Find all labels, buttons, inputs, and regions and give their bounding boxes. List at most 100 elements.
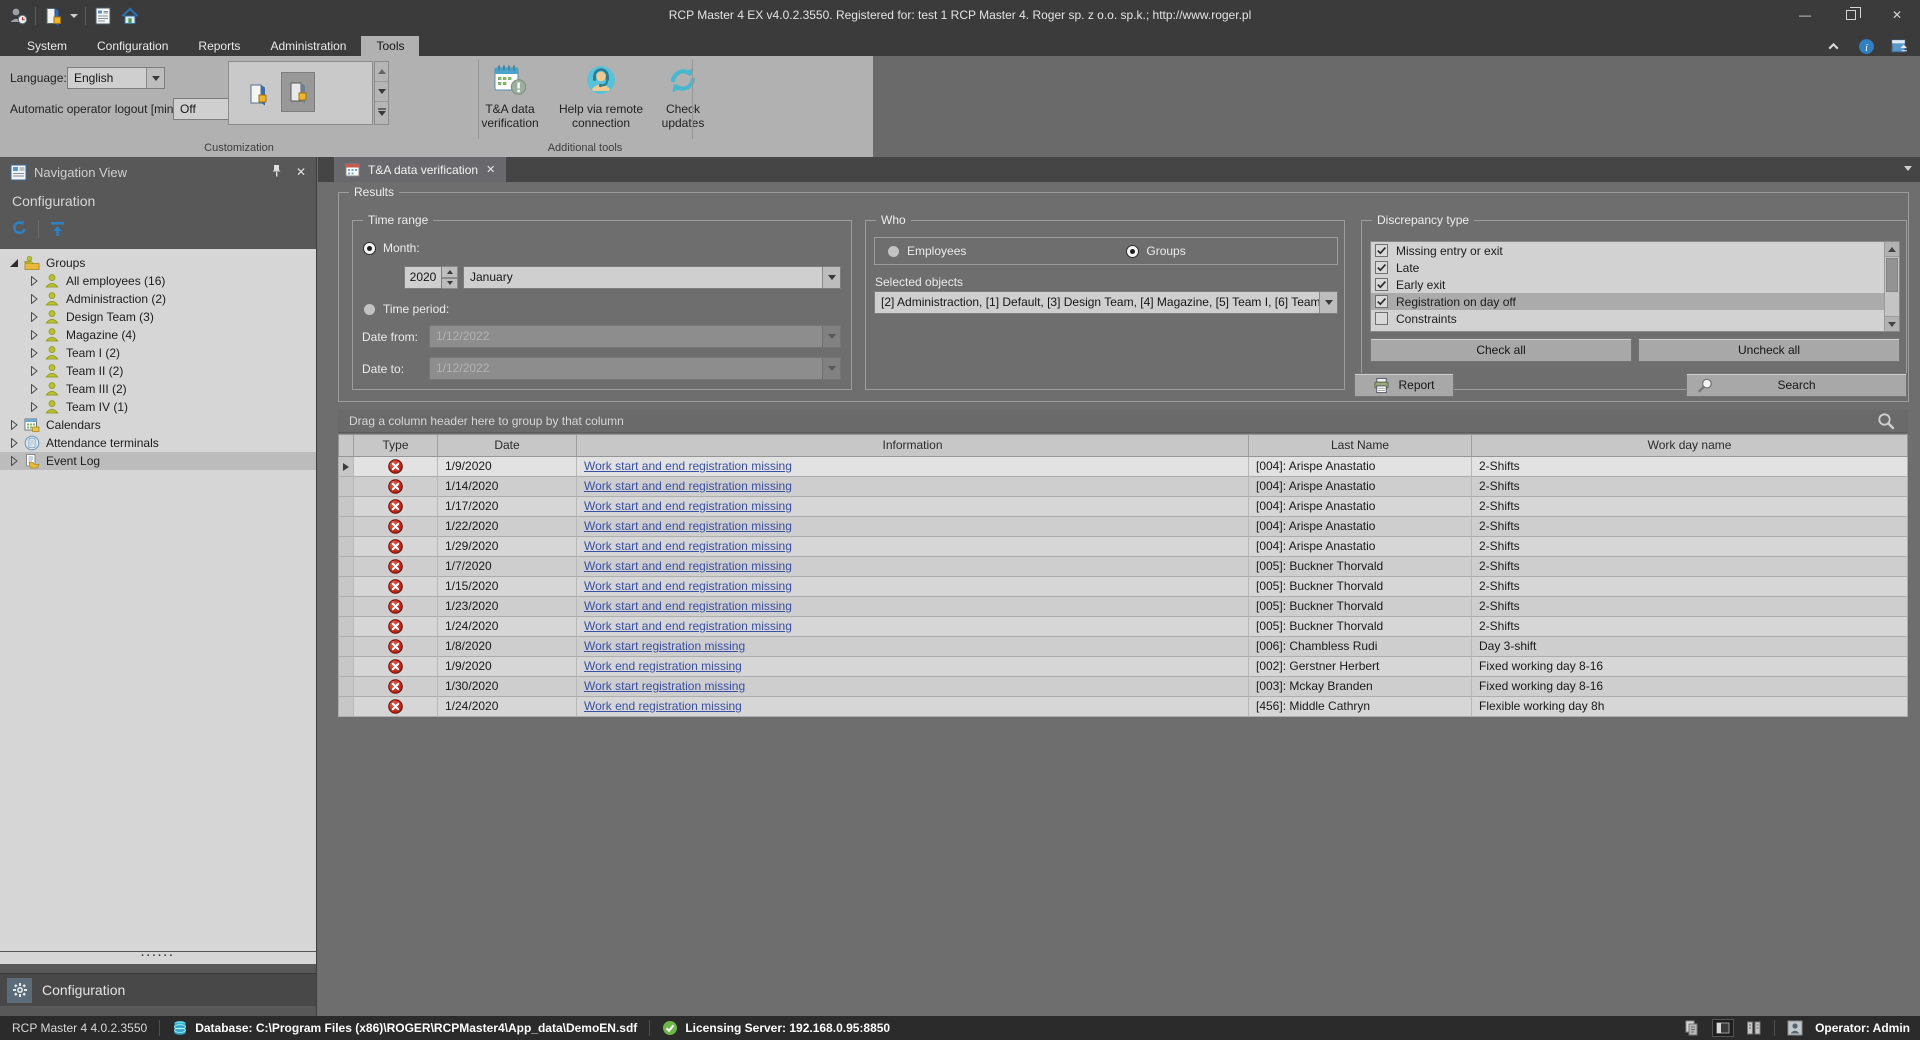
dropdown-arrow-icon[interactable] — [1319, 292, 1337, 313]
splitter-handle[interactable]: ······ — [0, 952, 316, 964]
collapse-ribbon-icon[interactable] — [1825, 38, 1842, 55]
year-value[interactable]: 2020 — [404, 266, 442, 289]
tree-item-team-ii-2[interactable]: Team II (2) — [0, 362, 316, 380]
menu-tab-tools[interactable]: Tools — [361, 36, 419, 56]
tree-item-groups[interactable]: Groups — [0, 254, 316, 272]
menu-tab-system[interactable]: System — [12, 36, 82, 56]
information-link[interactable]: Work end registration missing — [584, 659, 742, 673]
month-radio[interactable]: Month: — [363, 241, 420, 255]
discrepancy-item-late[interactable]: Late — [1371, 259, 1884, 276]
discrepancy-item-missing-entry-or-exit[interactable]: Missing entry or exit — [1371, 242, 1884, 259]
column-header-information[interactable]: Information — [577, 435, 1249, 456]
information-link[interactable]: Work start and end registration missing — [584, 559, 792, 573]
expander-collapsed-icon[interactable] — [29, 330, 41, 340]
information-link[interactable]: Work end registration missing — [584, 699, 742, 713]
group-by-bar[interactable]: Drag a column header here to group by th… — [338, 410, 1908, 433]
table-row[interactable]: 1/9/2020Work start and end registration … — [338, 457, 1908, 477]
tree-item-attendance-terminals[interactable]: Attendance terminals — [0, 434, 316, 452]
panel-toggle-icon[interactable] — [1712, 1019, 1734, 1037]
close-button[interactable]: ✕ — [1874, 0, 1920, 30]
menu-tab-administration[interactable]: Administration — [255, 36, 361, 56]
report-list-icon[interactable] — [93, 6, 113, 26]
theme-listbox[interactable] — [228, 61, 373, 125]
scroll-up-icon[interactable] — [1885, 242, 1899, 257]
discrepancy-item-early-exit[interactable]: Early exit — [1371, 276, 1884, 293]
checkbox-checked-icon[interactable] — [1375, 244, 1388, 257]
expander-collapsed-icon[interactable] — [29, 366, 41, 376]
information-link[interactable]: Work start and end registration missing — [584, 579, 792, 593]
information-link[interactable]: Work start and end registration missing — [584, 539, 792, 553]
exit-door-icon[interactable] — [43, 6, 63, 26]
tool-check-updates-button[interactable]: Check updates — [650, 61, 716, 130]
language-select[interactable]: English — [67, 67, 165, 89]
dropdown-arrow-icon[interactable] — [146, 68, 164, 88]
refresh-icon[interactable] — [10, 219, 29, 238]
theme-option-selected-icon[interactable] — [281, 72, 315, 112]
tool-t-a-data-verification-button[interactable]: T&A data verification — [468, 61, 552, 130]
uncheck-all-button[interactable]: Uncheck all — [1638, 338, 1900, 362]
nav-bottom-bar[interactable]: Configuration — [0, 973, 316, 1006]
menu-tab-reports[interactable]: Reports — [183, 36, 255, 56]
spin-up-icon[interactable] — [442, 266, 458, 278]
information-link[interactable]: Work start and end registration missing — [584, 599, 792, 613]
listbox-scrollbar[interactable] — [374, 61, 389, 125]
scroll-down-icon[interactable] — [375, 82, 388, 102]
tree-item-team-iv-1[interactable]: Team IV (1) — [0, 398, 316, 416]
table-row[interactable]: 1/24/2020Work start and end registration… — [338, 617, 1908, 637]
scroll-down-icon[interactable] — [1885, 316, 1899, 331]
year-spinner[interactable]: 2020 — [404, 266, 458, 289]
maximize-button[interactable] — [1828, 0, 1874, 30]
copy-pages-icon[interactable] — [1684, 1020, 1700, 1036]
tree-item-all-employees-16[interactable]: All employees (16) — [0, 272, 316, 290]
discrepancy-item-registration-on-day-off[interactable]: Registration on day off — [1371, 293, 1884, 310]
menu-tab-configuration[interactable]: Configuration — [82, 36, 183, 56]
tree-item-calendars[interactable]: Calendars — [0, 416, 316, 434]
tree-item-event-log[interactable]: Event Log — [0, 452, 316, 470]
information-link[interactable]: Work start registration missing — [584, 639, 745, 653]
radio-on-icon[interactable] — [1126, 245, 1139, 258]
pin-icon[interactable] — [271, 164, 282, 180]
home-icon[interactable] — [120, 6, 140, 26]
month-select[interactable]: January — [463, 266, 841, 289]
tab-close-icon[interactable]: ✕ — [486, 163, 495, 176]
expander-collapsed-icon[interactable] — [29, 294, 41, 304]
window-layout-icon[interactable] — [1891, 38, 1908, 55]
radio-off-icon[interactable] — [363, 303, 376, 316]
tree-item-team-iii-2[interactable]: Team III (2) — [0, 380, 316, 398]
table-row[interactable]: 1/30/2020Work start registration missing… — [338, 677, 1908, 697]
table-row[interactable]: 1/8/2020Work start registration missing[… — [338, 637, 1908, 657]
operator-clock-icon[interactable] — [8, 6, 28, 26]
scroll-up-icon[interactable] — [375, 62, 388, 82]
table-row[interactable]: 1/7/2020Work start and end registration … — [338, 557, 1908, 577]
layout-columns-icon[interactable] — [1746, 1020, 1762, 1036]
information-link[interactable]: Work start and end registration missing — [584, 479, 792, 493]
information-link[interactable]: Work start and end registration missing — [584, 459, 792, 473]
time-period-radio[interactable]: Time period: — [363, 302, 449, 316]
checkbox-checked-icon[interactable] — [1375, 261, 1388, 274]
column-header-work-day-name[interactable]: Work day name — [1472, 435, 1907, 456]
search-panel-icon[interactable] — [1876, 411, 1896, 431]
theme-option-icon[interactable] — [241, 74, 275, 114]
tool-help-via-remote-connection-button[interactable]: Help via remote connection — [552, 61, 650, 130]
table-row[interactable]: 1/29/2020Work start and end registration… — [338, 537, 1908, 557]
table-row[interactable]: 1/9/2020Work end registration missing[00… — [338, 657, 1908, 677]
expander-collapsed-icon[interactable] — [9, 438, 21, 448]
column-header-type[interactable]: Type — [354, 435, 438, 456]
collapse-all-icon[interactable] — [48, 219, 67, 238]
checkbox-checked-icon[interactable] — [1375, 295, 1388, 308]
table-row[interactable]: 1/17/2020Work start and end registration… — [338, 497, 1908, 517]
dropdown-arrow-icon[interactable] — [822, 267, 840, 288]
information-link[interactable]: Work start and end registration missing — [584, 499, 792, 513]
minimize-button[interactable]: — — [1782, 0, 1828, 30]
expander-collapsed-icon[interactable] — [29, 384, 41, 394]
close-panel-icon[interactable]: ✕ — [296, 165, 306, 179]
information-link[interactable]: Work start and end registration missing — [584, 619, 792, 633]
discrepancy-item-constraints[interactable]: Constraints — [1371, 310, 1884, 327]
expander-collapsed-icon[interactable] — [29, 348, 41, 358]
groups-radio[interactable]: Groups — [1126, 244, 1185, 258]
scroll-thumb[interactable] — [1886, 258, 1898, 292]
checklist-scrollbar[interactable] — [1884, 242, 1899, 331]
table-row[interactable]: 1/15/2020Work start and end registration… — [338, 577, 1908, 597]
info-icon[interactable]: i — [1858, 38, 1875, 55]
table-row[interactable]: 1/14/2020Work start and end registration… — [338, 477, 1908, 497]
